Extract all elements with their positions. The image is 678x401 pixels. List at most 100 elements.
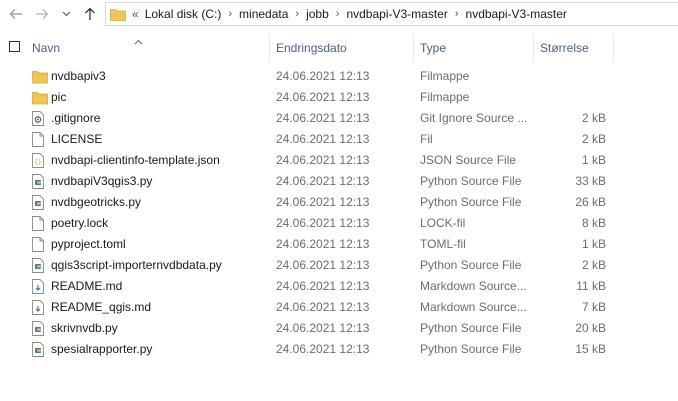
select-all-checkbox[interactable] [9, 41, 20, 52]
column-divider[interactable] [413, 35, 414, 61]
file-name: nvdbapiv3 [51, 69, 106, 83]
file-type: Filmappe [420, 90, 470, 104]
file-type: TOML-fil [420, 237, 466, 251]
file-row[interactable]: README_qgis.md 24.06.2021 12:13 Markdown S… [0, 297, 678, 318]
file-name: skrivnvdb.py [51, 321, 118, 335]
file-name: LICENSE [51, 132, 103, 146]
file-row[interactable]: skrivnvdb.py 24.06.2021 12:13 Python Sourc… [0, 318, 678, 339]
file-date: 24.06.2021 12:13 [276, 237, 370, 251]
blank-file-icon [32, 132, 46, 147]
file-row[interactable]: nvdbapiV3qgis3.py 24.06.2021 12:13 Python … [0, 171, 678, 192]
markdown-file-icon [32, 300, 46, 315]
chevron-down-icon [62, 11, 70, 17]
file-date: 24.06.2021 12:13 [276, 195, 370, 209]
column-divider[interactable] [269, 35, 270, 61]
breadcrumb-item[interactable]: jobb [306, 7, 329, 21]
python-file-icon [32, 195, 46, 210]
folder-icon [32, 69, 48, 84]
column-header-name[interactable]: Navn [32, 35, 60, 61]
blank-file-icon [32, 237, 46, 252]
file-date: 24.06.2021 12:13 [276, 69, 370, 83]
file-row[interactable]: pyproject.toml 24.06.2021 12:13 TOML-fil 1 … [0, 234, 678, 255]
file-size: 7 kB [581, 300, 606, 314]
chevron-right-icon[interactable]: › [455, 8, 459, 20]
gitignore-file-icon [32, 111, 46, 126]
file-size: 26 kB [575, 195, 606, 209]
file-type: LOCK-fil [420, 216, 466, 230]
file-type: Python Source File [420, 342, 522, 356]
folder-icon [110, 9, 126, 21]
file-name: nvdbgeotricks.py [51, 195, 142, 209]
chevron-right-icon[interactable]: › [228, 8, 232, 20]
file-type: Filmappe [420, 69, 470, 83]
python-file-icon [32, 342, 46, 357]
file-row[interactable]: {} nvdbapi-clientinfo-template.json 24.06.… [0, 150, 678, 171]
file-list: nvdbapiv3 24.06.2021 12:13 Filmappe pic 24.0… [0, 66, 678, 360]
breadcrumb-item[interactable]: Lokal disk (C:) [145, 7, 222, 21]
svg-text:{}: {} [34, 159, 41, 166]
file-size: 1 kB [581, 153, 606, 167]
file-row[interactable]: LICENSE 24.06.2021 12:13 Fil 2 kB [0, 129, 678, 150]
file-explorer-window: « Lokal disk (C:) › minedata › jobb › nv… [0, 0, 678, 401]
column-header-date[interactable]: Endringsdato [276, 35, 347, 61]
file-row[interactable]: nvdbgeotricks.py 24.06.2021 12:13 Python S… [0, 192, 678, 213]
file-name: pic [51, 90, 67, 104]
breadcrumb-item[interactable]: nvdbapi-V3-master [466, 7, 567, 21]
arrow-up-icon [85, 7, 95, 20]
file-size: 15 kB [575, 342, 606, 356]
file-type: Python Source File [420, 321, 522, 335]
file-date: 24.06.2021 12:13 [276, 90, 370, 104]
file-name: nvdbapiV3qgis3.py [51, 174, 153, 188]
file-size: 2 kB [581, 258, 606, 272]
chevron-right-icon[interactable]: › [336, 8, 340, 20]
file-name: .gitignore [51, 111, 101, 125]
file-row[interactable]: pic 24.06.2021 12:13 Filmappe [0, 87, 678, 108]
file-type: Fil [420, 132, 433, 146]
file-size: 20 kB [575, 321, 606, 335]
python-file-icon [32, 321, 46, 336]
python-file-icon [32, 258, 46, 273]
file-date: 24.06.2021 12:13 [276, 111, 370, 125]
file-row[interactable]: poetry.lock 24.06.2021 12:13 LOCK-fil 8 kB [0, 213, 678, 234]
column-header-type[interactable]: Type [420, 35, 446, 61]
file-date: 24.06.2021 12:13 [276, 174, 370, 188]
file-type: Python Source File [420, 174, 522, 188]
folder-icon [32, 90, 48, 105]
address-bar[interactable]: « Lokal disk (C:) › minedata › jobb › nv… [105, 2, 678, 26]
file-date: 24.06.2021 12:13 [276, 321, 370, 335]
file-name: pyproject.toml [51, 237, 126, 251]
markdown-file-icon [32, 279, 46, 294]
file-type: Git Ignore Source ... [420, 111, 528, 125]
file-row[interactable]: nvdbapiv3 24.06.2021 12:13 Filmappe [0, 66, 678, 87]
file-size: 11 kB [576, 279, 606, 293]
recent-locations-button[interactable] [60, 4, 72, 24]
file-row[interactable]: qgis3script-importernvdbdata.py 24.06.202… [0, 255, 678, 276]
forward-button[interactable] [32, 4, 52, 24]
column-divider[interactable] [533, 35, 534, 61]
column-divider[interactable] [613, 35, 614, 61]
file-type: Python Source File [420, 195, 522, 209]
file-date: 24.06.2021 12:13 [276, 279, 370, 293]
file-size: 2 kB [581, 132, 606, 146]
breadcrumb-item[interactable]: nvdbapi-V3-master [346, 7, 447, 21]
file-row[interactable]: spesialrapporter.py 24.06.2021 12:13 Pytho… [0, 339, 678, 360]
breadcrumb-item[interactable]: minedata [239, 7, 288, 21]
up-button[interactable] [80, 4, 100, 24]
file-type: Markdown Source... [420, 279, 527, 293]
file-date: 24.06.2021 12:13 [276, 153, 370, 167]
file-date: 24.06.2021 12:13 [276, 258, 370, 272]
column-header-size[interactable]: Størrelse [540, 35, 589, 61]
file-date: 24.06.2021 12:13 [276, 300, 370, 314]
file-date: 24.06.2021 12:13 [276, 216, 370, 230]
arrow-right-icon [36, 9, 49, 19]
file-size: 1 kB [581, 237, 606, 251]
file-name: README_qgis.md [51, 300, 152, 314]
file-row[interactable]: .gitignore 24.06.2021 12:13 Git Ignore Sou… [0, 108, 678, 129]
file-size: 33 kB [575, 174, 606, 188]
back-button[interactable] [6, 4, 26, 24]
file-row[interactable]: README.md 24.06.2021 12:13 Markdown Source… [0, 276, 678, 297]
file-type: Python Source File [420, 258, 522, 272]
sort-ascending-icon [134, 34, 143, 48]
breadcrumb-overflow[interactable]: « [132, 7, 139, 21]
chevron-right-icon[interactable]: › [295, 8, 299, 20]
